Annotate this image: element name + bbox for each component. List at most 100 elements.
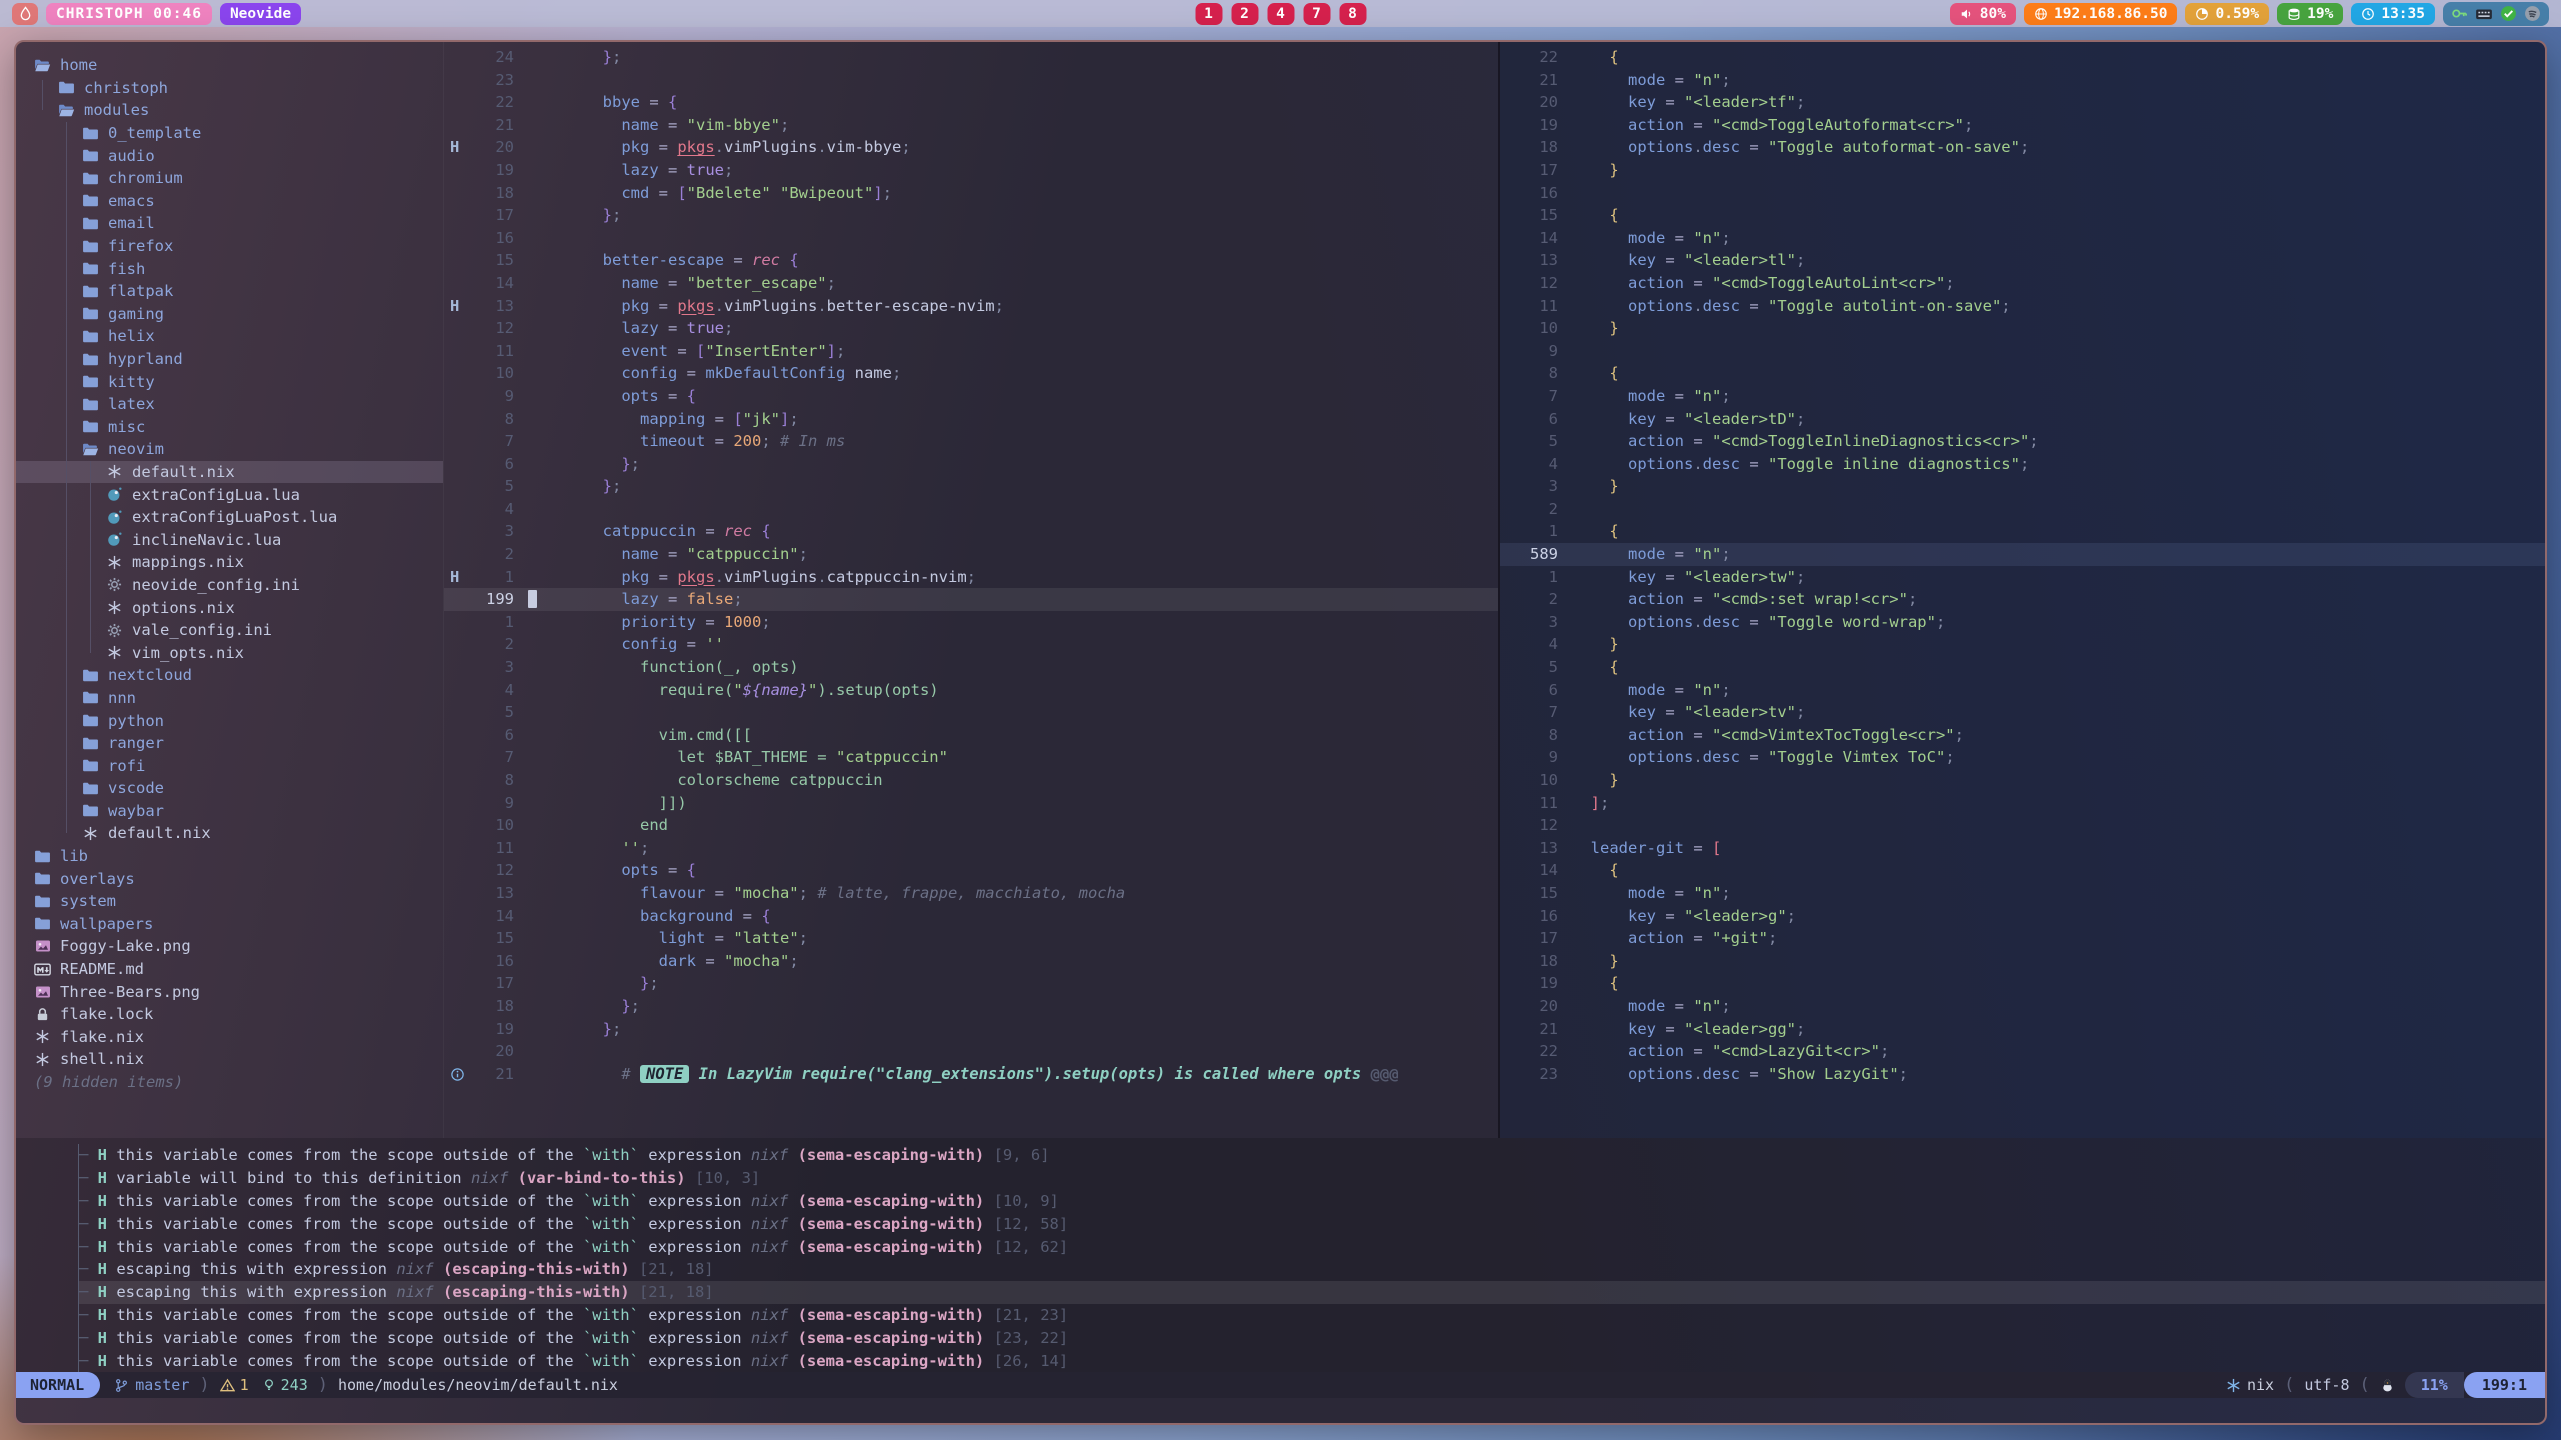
tree-item-modules[interactable]: modules (16, 99, 443, 122)
code-line[interactable]: 3 catppuccin = rec { (444, 520, 1498, 543)
code-line[interactable]: 16 (444, 227, 1498, 250)
code-line[interactable]: 5 action = "<cmd>ToggleInlineDiagnostics… (1500, 430, 2545, 453)
code-line[interactable]: 11 ]; (1500, 792, 2545, 815)
code-line[interactable]: 19 }; (444, 1018, 1498, 1041)
droplet-icon[interactable] (12, 3, 38, 25)
code-line[interactable]: 9 opts = { (444, 385, 1498, 408)
diagnostics-summary[interactable]: 1 243 (220, 1376, 308, 1394)
code-line[interactable]: 11 ''; (444, 837, 1498, 860)
code-line[interactable]: 21 key = "<leader>gg"; (1500, 1018, 2545, 1041)
code-line[interactable]: 13 key = "<leader>tl"; (1500, 249, 2545, 272)
code-line[interactable]: 1 priority = 1000; (444, 611, 1498, 634)
code-line[interactable]: 15 { (1500, 204, 2545, 227)
code-line[interactable]: 21 mode = "n"; (1500, 69, 2545, 92)
tree-item-options.nix[interactable]: options.nix (16, 596, 443, 619)
code-line[interactable]: 2 config = '' (444, 633, 1498, 656)
code-line[interactable]: 14 background = { (444, 905, 1498, 928)
diagnostic-row[interactable]: ─ H variable will bind to this definitio… (79, 1167, 2545, 1190)
workspace-button-7[interactable]: 7 (1303, 3, 1330, 25)
code-line[interactable]: 4 options.desc = "Toggle inline diagnost… (1500, 453, 2545, 476)
code-line[interactable]: 10 end (444, 814, 1498, 837)
code-line[interactable]: 18 } (1500, 950, 2545, 973)
code-line[interactable]: 15 better-escape = rec { (444, 249, 1498, 272)
code-line[interactable]: 15 mode = "n"; (1500, 882, 2545, 905)
keyboard-tray-icon[interactable] (2475, 5, 2493, 23)
code-line[interactable]: 589 mode = "n"; (1500, 543, 2545, 566)
status-module-globe[interactable]: 192.168.86.50 (2024, 3, 2178, 25)
code-line[interactable]: 13 leader-git = [ (1500, 837, 2545, 860)
code-line[interactable]: 3 function(_, opts) (444, 656, 1498, 679)
tree-item-gaming[interactable]: gaming (16, 303, 443, 326)
status-module-database[interactable]: 19% (2277, 3, 2343, 25)
status-module-volume[interactable]: 80% (1950, 3, 2016, 25)
tree-item-lib[interactable]: lib (16, 845, 443, 868)
key-tray-icon[interactable] (2451, 5, 2468, 22)
code-line[interactable]: 8 colorscheme catppuccin (444, 769, 1498, 792)
code-line[interactable]: 11 event = ["InsertEnter"]; (444, 340, 1498, 363)
code-line[interactable]: 19 action = "<cmd>ToggleAutoformat<cr>"; (1500, 114, 2545, 137)
code-line[interactable]: 17 }; (444, 972, 1498, 995)
code-line[interactable]: 2 (1500, 498, 2545, 521)
code-line[interactable]: 6 }; (444, 453, 1498, 476)
code-line[interactable]: 7 let $BAT_THEME = "catppuccin" (444, 746, 1498, 769)
tree-item-chromium[interactable]: chromium (16, 167, 443, 190)
code-line[interactable]: 199 lazy = false; (444, 588, 1498, 611)
code-line[interactable]: 22 { (1500, 46, 2545, 69)
tree-item-Foggy-Lake.png[interactable]: Foggy-Lake.png (16, 935, 443, 958)
tree-item-helix[interactable]: helix (16, 325, 443, 348)
code-line[interactable]: 6 key = "<leader>tD"; (1500, 408, 2545, 431)
tree-item-email[interactable]: email (16, 212, 443, 235)
code-line[interactable]: H1 pkg = pkgs.vimPlugins.catppuccin-nvim… (444, 566, 1498, 589)
code-line[interactable]: 17 } (1500, 159, 2545, 182)
code-line[interactable]: 18 }; (444, 995, 1498, 1018)
code-line[interactable]: 18 cmd = ["Bdelete" "Bwipeout"]; (444, 182, 1498, 205)
code-line[interactable]: 4 } (1500, 633, 2545, 656)
command-line[interactable] (16, 1398, 2545, 1423)
code-line[interactable]: 22 bbye = { (444, 91, 1498, 114)
code-line[interactable]: 7 timeout = 200; # In ms (444, 430, 1498, 453)
tree-item-vscode[interactable]: vscode (16, 777, 443, 800)
code-line[interactable]: 4 (444, 498, 1498, 521)
tree-item-shell.nix[interactable]: shell.nix (16, 1048, 443, 1071)
tree-item-latex[interactable]: latex (16, 393, 443, 416)
code-line[interactable]: 1 key = "<leader>tw"; (1500, 566, 2545, 589)
code-line[interactable]: 11 options.desc = "Toggle autolint-on-sa… (1500, 295, 2545, 318)
code-line[interactable]: 3 options.desc = "Toggle word-wrap"; (1500, 611, 2545, 634)
code-line[interactable]: 12 lazy = true; (444, 317, 1498, 340)
tree-item-overlays[interactable]: overlays (16, 867, 443, 890)
tree-item-flatpak[interactable]: flatpak (16, 280, 443, 303)
tree-item-audio[interactable]: audio (16, 144, 443, 167)
diagnostic-row[interactable]: ─ H this variable comes from the scope o… (79, 1190, 2545, 1213)
code-line[interactable]: 15 light = "latte"; (444, 927, 1498, 950)
workspace-button-1[interactable]: 1 (1195, 3, 1222, 25)
code-line[interactable]: 12 opts = { (444, 859, 1498, 882)
code-line[interactable]: 5 (444, 701, 1498, 724)
tree-item-ranger[interactable]: ranger (16, 732, 443, 755)
tree-item-Three-Bears.png[interactable]: Three-Bears.png (16, 980, 443, 1003)
diagnostic-row[interactable]: ─ H escaping this with expression nixf (… (79, 1281, 2545, 1304)
workspace-button-2[interactable]: 2 (1231, 3, 1258, 25)
code-line[interactable]: 16 key = "<leader>g"; (1500, 905, 2545, 928)
code-line[interactable]: H13 pkg = pkgs.vimPlugins.better-escape-… (444, 295, 1498, 318)
tree-item-wallpapers[interactable]: wallpapers (16, 913, 443, 936)
tree-item-christoph[interactable]: christoph (16, 77, 443, 100)
code-line[interactable]: 2 action = "<cmd>:set wrap!<cr>"; (1500, 588, 2545, 611)
code-line[interactable]: 23 (444, 69, 1498, 92)
spotify-tray-icon[interactable] (2524, 5, 2541, 22)
code-line[interactable]: 22 action = "<cmd>LazyGit<cr>"; (1500, 1040, 2545, 1063)
tree-item-0_template[interactable]: 0_template (16, 122, 443, 145)
code-line[interactable]: 20 key = "<leader>tf"; (1500, 91, 2545, 114)
tree-item-kitty[interactable]: kitty (16, 370, 443, 393)
tree-item-vale_config.ini[interactable]: vale_config.ini (16, 619, 443, 642)
user-clock-widget[interactable]: CHRISTOPH 00:46 (46, 3, 212, 25)
code-line[interactable]: 14 mode = "n"; (1500, 227, 2545, 250)
tree-item-vim_opts.nix[interactable]: vim_opts.nix (16, 641, 443, 664)
code-line[interactable]: 19 { (1500, 972, 2545, 995)
code-line[interactable]: 2 name = "catppuccin"; (444, 543, 1498, 566)
code-line[interactable]: 24 }; (444, 46, 1498, 69)
tree-item-extraConfigLuaPost.lua[interactable]: extraConfigLuaPost.lua (16, 506, 443, 529)
tree-item-neovide_config.ini[interactable]: neovide_config.ini (16, 574, 443, 597)
code-line[interactable]: 8 mapping = ["jk"]; (444, 408, 1498, 431)
code-line[interactable]: 12 (1500, 814, 2545, 837)
code-line[interactable]: 21 # NOTE In LazyVim require("clang_exte… (444, 1063, 1498, 1086)
